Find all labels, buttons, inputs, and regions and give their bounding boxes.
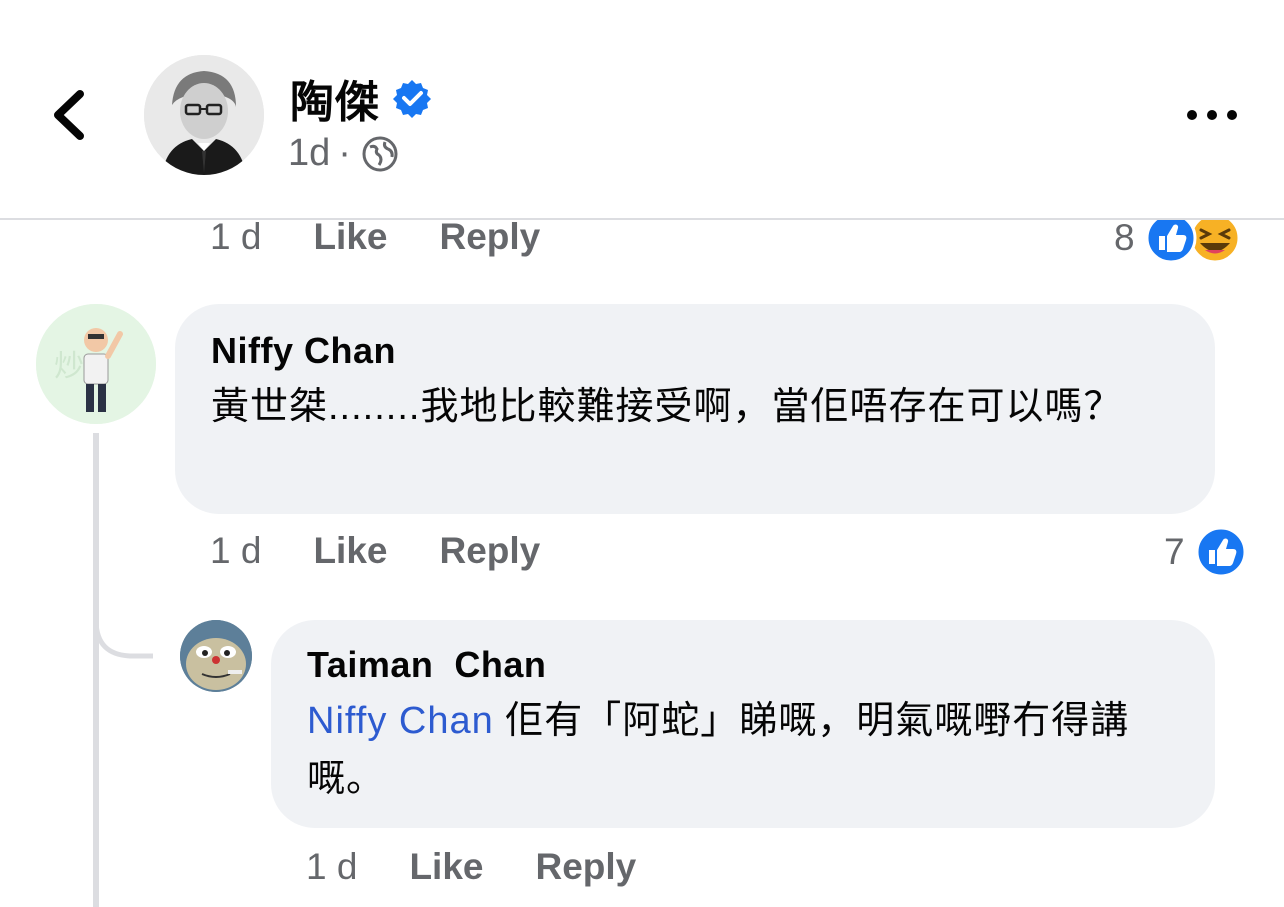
comment-actions: 1 d Like Reply xyxy=(306,846,688,888)
reply-button[interactable]: Reply xyxy=(535,846,636,888)
comment-time: 1 d xyxy=(306,846,358,887)
mention-link[interactable]: Niffy Chan xyxy=(307,700,494,742)
like-reaction-icon xyxy=(1195,526,1247,578)
like-button[interactable]: Like xyxy=(409,846,483,888)
page-avatar[interactable] xyxy=(144,55,264,175)
like-button[interactable]: Like xyxy=(313,530,387,572)
post-header: 陶傑 1d · xyxy=(0,0,1284,220)
reaction-count: 8 xyxy=(1114,217,1135,258)
reaction-summary[interactable]: 7 xyxy=(1164,526,1247,578)
post-time[interactable]: 1d xyxy=(288,132,330,175)
verified-badge-icon xyxy=(393,80,431,118)
meta-separator: · xyxy=(338,132,351,174)
thread-branch xyxy=(93,600,153,659)
like-button[interactable]: Like xyxy=(313,216,387,258)
reaction-count: 7 xyxy=(1164,531,1185,572)
svg-text:炒: 炒 xyxy=(54,349,84,384)
comment-actions: 1 d Like Reply xyxy=(210,530,592,572)
thread-line xyxy=(93,433,99,907)
haha-reaction-icon xyxy=(1189,212,1241,264)
comment-text: Niffy Chan 佢有「阿蛇」睇嘅，明氣嘅嘢冇得講嘅。 xyxy=(307,692,1179,808)
comment-bubble: Taiman Chan Niffy Chan 佢有「阿蛇」睇嘅，明氣嘅嘢冇得講嘅… xyxy=(271,620,1215,828)
like-reaction-icon xyxy=(1145,212,1197,264)
comment-actions: 1 d Like Reply xyxy=(210,216,592,258)
comment-text: 黃世桀........我地比較難接受啊，當佢唔存在可以嗎？ xyxy=(211,386,1123,428)
comment-time: 1 d xyxy=(210,216,262,257)
more-options-icon[interactable] xyxy=(1182,95,1242,135)
comment-bubble: Niffy Chan 黃世桀........我地比較難接受啊，當佢唔存在可以嗎？ xyxy=(175,304,1215,514)
comment-author[interactable]: Taiman Chan xyxy=(307,644,1179,686)
globe-icon xyxy=(362,136,398,171)
back-chevron-icon[interactable] xyxy=(40,80,100,150)
reply-button[interactable]: Reply xyxy=(439,530,540,572)
reply-button[interactable]: Reply xyxy=(439,216,540,258)
post-meta: 1d · xyxy=(288,132,399,175)
comment-time: 1 d xyxy=(210,530,262,571)
avatar[interactable]: 炒 xyxy=(36,304,156,424)
avatar[interactable] xyxy=(180,620,252,692)
post-comments-screen: 1 d Like Reply 8 炒 Niffy Chan 黃世桀.......… xyxy=(0,0,1284,907)
comment-author[interactable]: Niffy Chan xyxy=(211,330,1179,372)
page-name[interactable]: 陶傑 xyxy=(290,66,380,130)
